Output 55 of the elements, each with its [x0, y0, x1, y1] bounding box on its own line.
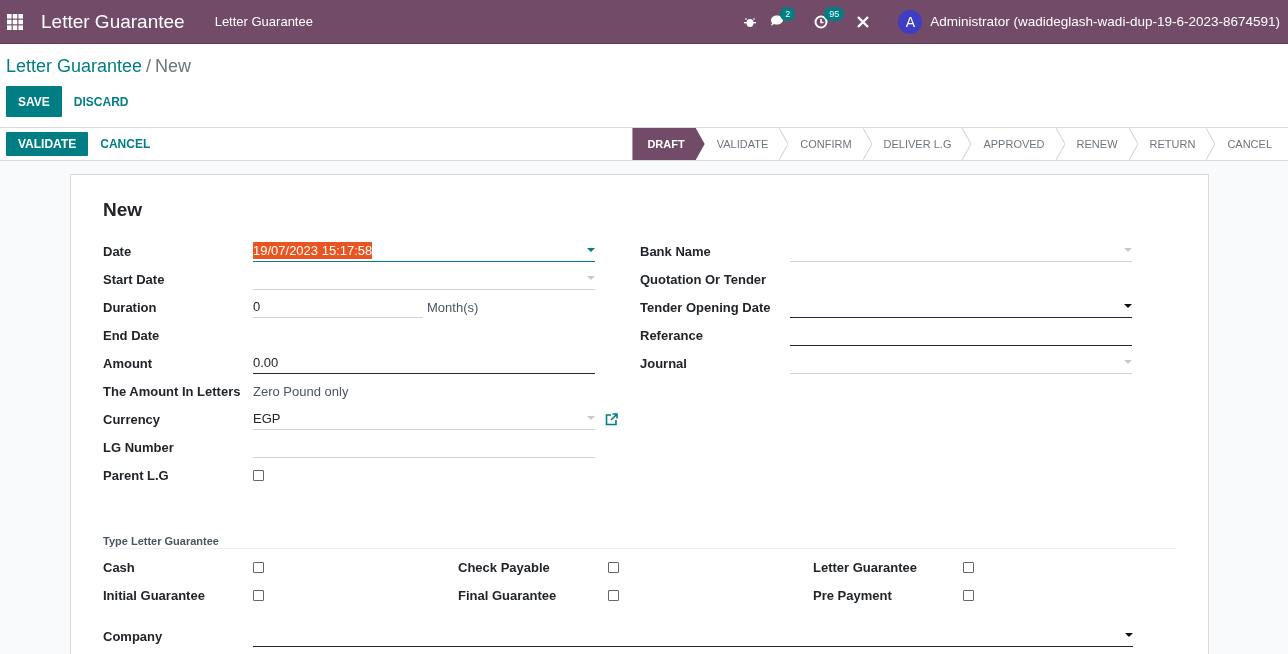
field-label: Amount	[103, 355, 154, 371]
activities-count: 95	[824, 6, 845, 21]
field-label: End Date	[103, 327, 161, 343]
stage-tab[interactable]: CANCEL	[1215, 128, 1288, 160]
field-label: Parent L.G	[103, 467, 170, 483]
field-label: Initial Guarantee	[103, 587, 206, 603]
field-label: Pre Payment	[813, 587, 893, 603]
breadcrumb-current: New	[155, 56, 192, 77]
field-label: Referance	[640, 327, 704, 343]
section-title: Type Letter Guarantee	[103, 535, 1176, 549]
dropdown-field[interactable]: EGP	[253, 408, 595, 430]
field-label: Cash	[103, 559, 136, 575]
app-name[interactable]: Letter Guarantee	[41, 10, 185, 33]
messages-count: 2	[780, 6, 796, 21]
tools-icon[interactable]	[856, 14, 871, 29]
status-button[interactable]: VALIDATE	[6, 132, 89, 156]
field-label: Quotation Or Tender	[640, 271, 768, 287]
checkbox[interactable]	[963, 561, 974, 573]
field-label: Tender Opening Date	[640, 299, 772, 315]
user-avatar[interactable]: A	[898, 9, 923, 34]
field-label: Currency	[103, 411, 162, 427]
field-label: Letter Guarantee	[813, 559, 919, 575]
apps-menu-icon[interactable]	[7, 13, 23, 30]
input-field[interactable]: 0.00	[253, 352, 595, 374]
field-label: LG Number	[103, 439, 175, 455]
checkbox[interactable]	[253, 561, 264, 573]
field-label: Date	[103, 243, 133, 259]
breadcrumb-link[interactable]: Letter Guarantee	[6, 56, 143, 77]
clock-icon[interactable]	[814, 14, 829, 29]
dropdown-field[interactable]: 19/07/2023 15:17:58	[253, 240, 595, 262]
checkbox[interactable]	[253, 469, 264, 481]
external-link-icon[interactable]	[605, 412, 618, 426]
input-field[interactable]: 0	[253, 296, 423, 318]
breadcrumb-separator: /	[146, 56, 152, 77]
field-label: Journal	[640, 355, 688, 371]
save-button[interactable]: SAVE	[6, 86, 62, 117]
field-label: Bank Name	[640, 243, 712, 259]
field-label: The Amount In Letters	[103, 383, 242, 399]
checkbox[interactable]	[608, 561, 619, 573]
user-name[interactable]: Administrator (wadideglash-wadi-dup-19-6-2023-8674591)	[930, 14, 1280, 29]
field-label: Final Guarantee	[458, 587, 558, 603]
unit-label: Month(s)	[427, 299, 479, 315]
menu-item[interactable]: Letter Guarantee	[214, 14, 313, 29]
checkbox[interactable]	[963, 589, 974, 601]
checkbox[interactable]	[608, 589, 619, 601]
field-label: Start Date	[103, 271, 166, 287]
discard-button[interactable]: DISCARD	[61, 86, 141, 117]
status-button[interactable]: CANCEL	[88, 132, 163, 156]
field-value: Zero Pound only	[253, 383, 349, 399]
stage-tab[interactable]: DRAFT	[632, 128, 705, 160]
field-label: Duration	[103, 299, 158, 315]
form-title: New	[103, 199, 144, 221]
field-label: Check Payable	[458, 559, 551, 575]
field-label: Company	[103, 628, 164, 644]
checkbox[interactable]	[253, 589, 264, 601]
